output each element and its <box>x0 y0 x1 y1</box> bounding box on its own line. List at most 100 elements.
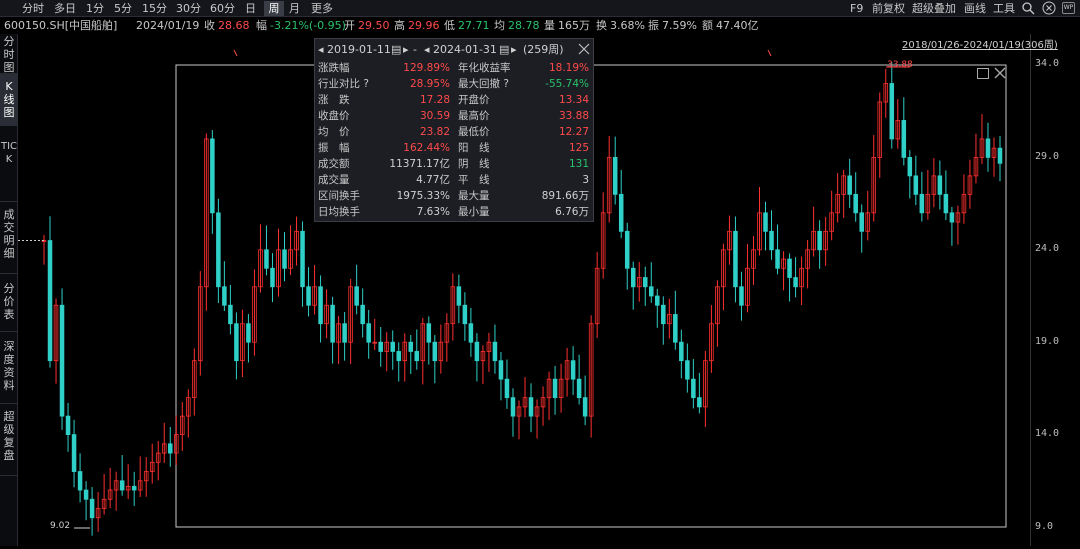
sidebar-item-replay[interactable]: 超级复盘 <box>0 404 18 476</box>
candle-body <box>210 138 215 214</box>
wp-icon[interactable]: WP <box>1062 2 1075 14</box>
stat-value: 129.89% <box>403 62 450 74</box>
f9-button[interactable]: F9 <box>850 1 863 16</box>
stat-label: 阴 线 <box>458 158 490 170</box>
candle-body <box>612 157 618 195</box>
candle-body <box>468 323 474 343</box>
stat-value: 18.19% <box>548 62 589 74</box>
sidebar-item-tick[interactable]: TICK <box>0 126 18 202</box>
candle-body <box>65 415 71 435</box>
search-icon[interactable] <box>1021 1 1035 15</box>
tab-30min[interactable]: 30分 <box>176 1 204 16</box>
candle-body <box>673 314 678 343</box>
candle-body <box>775 249 780 269</box>
tab-more[interactable]: 更多 <box>311 1 337 16</box>
end-date[interactable]: 2024-01-31 <box>433 42 497 57</box>
stat-label: 区间换手 <box>318 190 360 202</box>
stock-code: 600150.SH[中国船舶] <box>4 19 118 32</box>
next-start-icon[interactable]: ▸ <box>403 42 409 57</box>
stat-label: 开盘价 <box>458 94 490 106</box>
tab-month[interactable]: 月 <box>289 1 303 16</box>
prev-start-icon[interactable]: ◂ <box>318 42 324 57</box>
candle-body <box>222 286 227 306</box>
sidebar-item-depth[interactable]: 深度资料 <box>0 332 18 404</box>
tab-60min[interactable]: 60分 <box>210 1 238 16</box>
end-calendar-icon[interactable]: ▤ <box>499 42 509 57</box>
tab-1min[interactable]: 1分 <box>86 1 108 16</box>
next-end-icon[interactable]: ▸ <box>511 42 517 57</box>
candle-body <box>618 193 624 232</box>
stat-label: 最大量 <box>458 190 490 202</box>
candle-body <box>498 360 504 380</box>
stat-label: 涨跌幅 <box>318 62 350 74</box>
tab-5min[interactable]: 5分 <box>114 1 136 16</box>
candle-body <box>492 341 498 362</box>
candle-body <box>300 230 305 288</box>
candle-body <box>685 360 690 380</box>
candle-body <box>456 286 462 306</box>
candle-body <box>306 286 311 306</box>
start-date[interactable]: 2019-01-11 <box>327 42 391 57</box>
candle-body <box>642 277 648 288</box>
candle-body <box>246 323 251 343</box>
low-value: 27.71 <box>458 19 490 32</box>
tab-intraday[interactable]: 分时 <box>22 1 48 16</box>
amount-label: 额 <box>702 19 713 32</box>
draw-button[interactable]: 画线 <box>964 1 986 16</box>
tab-15min[interactable]: 15分 <box>142 1 170 16</box>
min-price-label: 9.02 <box>50 521 71 531</box>
candle-body <box>264 249 269 269</box>
candle-body <box>89 498 95 519</box>
candle-body <box>47 240 53 362</box>
tab-week[interactable]: 周 <box>264 1 284 16</box>
stat-label: 成交额 <box>318 158 350 170</box>
tab-day[interactable]: 日 <box>245 1 259 16</box>
tools-button[interactable]: 工具 <box>993 1 1015 16</box>
stat-value: 162.44% <box>403 142 450 154</box>
stat-label: 平 线 <box>458 174 490 186</box>
stat-value: 11371.17亿 <box>389 158 450 170</box>
stat-label: 涨 跌 <box>318 94 350 106</box>
candle-body <box>408 341 414 352</box>
sidebar-item-price-table[interactable]: 分价表 <box>0 274 18 332</box>
stat-label: 收盘价 <box>318 110 350 122</box>
stat-value: 13.34 <box>558 94 589 106</box>
stat-value: 17.28 <box>419 94 450 106</box>
range-stats-panel: ◂ 2019-01-11 ▤ ▸ - ◂ 2024-01-31 ▤ ▸ (259… <box>314 38 594 222</box>
candle-body <box>71 434 77 472</box>
prev-end-icon[interactable]: ◂ <box>424 42 430 57</box>
adjust-button[interactable]: 前复权 <box>872 1 905 16</box>
candle-body <box>396 351 402 362</box>
stat-label: 均 价 <box>318 126 350 138</box>
start-calendar-icon[interactable]: ▤ <box>391 42 401 57</box>
candle-body <box>414 351 420 362</box>
candle-body <box>907 157 913 177</box>
sidebar-item-kline[interactable]: K线图 <box>0 74 18 126</box>
low-label: 低 <box>444 19 455 32</box>
close-chart-icon[interactable] <box>993 66 1007 80</box>
stat-label: 日均换手 <box>318 206 360 218</box>
avg-value: 28.78 <box>508 19 540 32</box>
y-axis: 34.0 29.0 24.0 19.0 14.0 9.0 <box>1030 34 1080 546</box>
amount-value: 47.40亿 <box>716 19 759 32</box>
close-icon[interactable] <box>1042 1 1056 15</box>
candle-body <box>679 341 684 362</box>
close-panel-icon[interactable] <box>577 42 591 56</box>
stat-value: 33.88 <box>558 110 589 122</box>
quote-bar: 600150.SH[中国船舶] 2024/01/19 收 28.68 幅 -3.… <box>0 17 1080 34</box>
candle-body <box>131 485 137 491</box>
candle-body <box>570 360 576 380</box>
open-value: 29.50 <box>358 19 390 32</box>
candle-body <box>366 323 371 343</box>
tab-multi-day[interactable]: 多日 <box>54 1 80 16</box>
sidebar-item-intraday[interactable]: 分时图 <box>0 34 18 74</box>
candle-body <box>282 249 287 269</box>
candle-body <box>691 378 696 399</box>
restore-icon[interactable] <box>977 68 989 79</box>
stat-value: -55.74% <box>545 78 589 90</box>
sidebar-item-trade-detail[interactable]: 成交明细 <box>0 202 18 274</box>
overlay-button[interactable]: 超级叠加 <box>912 1 956 16</box>
stat-value: 125 <box>568 142 589 154</box>
candle-body <box>919 193 925 214</box>
stat-label: 最低价 <box>458 126 490 138</box>
